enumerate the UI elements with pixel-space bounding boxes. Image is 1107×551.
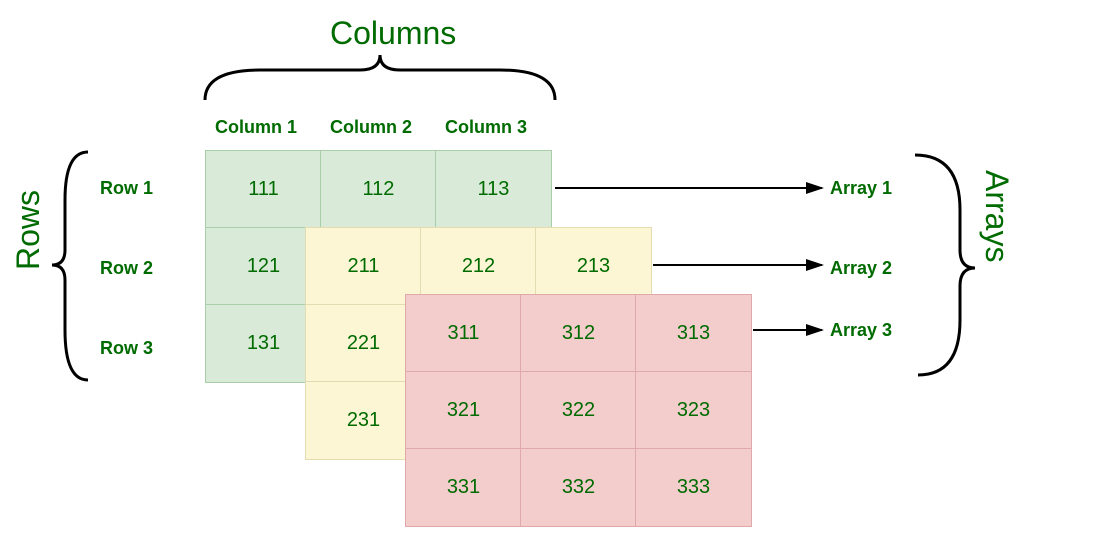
brace-arrays: [915, 155, 975, 375]
connectors: [0, 0, 1107, 551]
brace-columns: [205, 55, 555, 100]
brace-rows: [52, 152, 88, 380]
